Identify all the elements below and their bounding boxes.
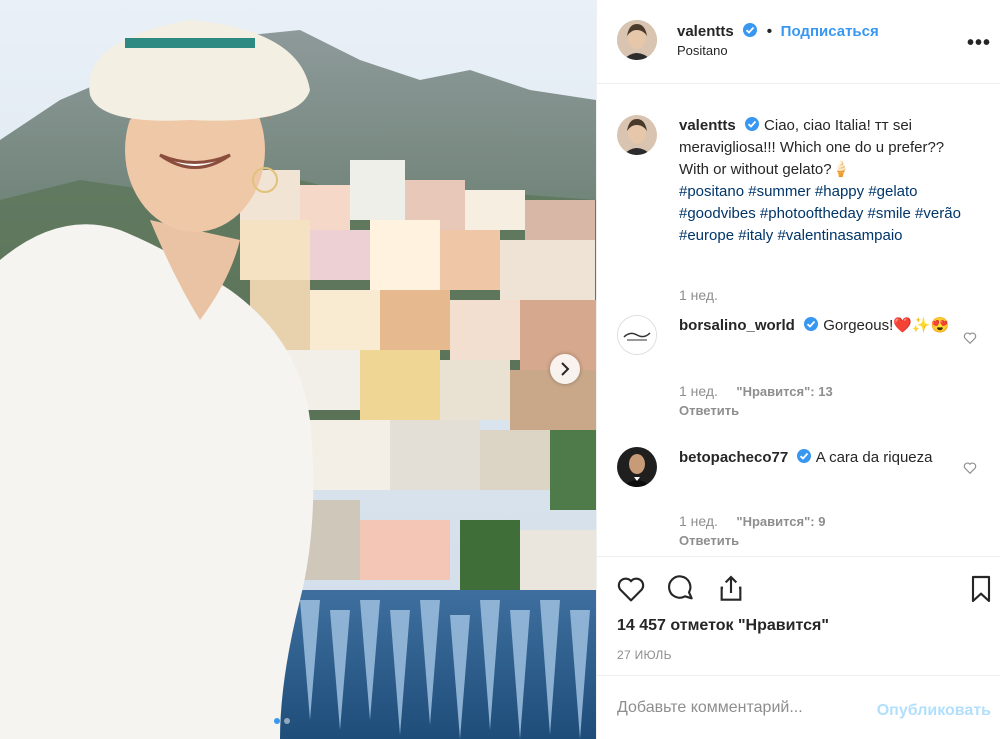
post-date[interactable]: 27 ИЮЛЬ [617,648,672,662]
caption-comment: valentts Ciao, ciao Italia! ᴛᴛ sei merav… [617,115,987,305]
comment-time[interactable]: 1 нед. [679,383,718,399]
avatar[interactable] [617,315,657,355]
next-photo-button[interactable] [550,354,580,384]
publish-button[interactable]: Опубликовать [877,702,991,720]
verified-icon [797,449,812,463]
hashtag[interactable]: #europe [679,227,734,244]
comment-text: Gorgeous!❤️✨😍 [823,317,950,334]
hashtag[interactable]: #positano [679,183,744,200]
comment-item: borsalino_world Gorgeous!❤️✨😍 1 нед. "Нр… [617,315,987,425]
comment-text-block: borsalino_world Gorgeous!❤️✨😍 [679,315,969,337]
instagram-post: valentts • Подписаться Positano ••• vale… [0,0,1000,739]
comment-username[interactable]: borsalino_world [679,317,795,334]
post-actions: 14 457 отметок "Нравится" 27 ИЮЛЬ [597,556,1000,674]
photo-illustration [0,0,596,739]
caption-text-block: valentts Ciao, ciao Italia! ᴛᴛ sei merav… [679,115,969,247]
comment-username[interactable]: betopacheco77 [679,449,788,466]
hashtag[interactable]: #valentinasampaio [777,227,902,244]
comment-input[interactable] [615,698,849,718]
post-sidebar: valentts • Подписаться Positano ••• vale… [596,0,1000,739]
hashtag[interactable]: #italy [738,227,773,244]
avatar[interactable] [617,115,657,155]
borsalino-logo-icon [618,316,656,354]
avatar-image [617,115,657,155]
author-username[interactable]: valentts [677,23,734,40]
comment-meta: 1 нед. "Нравится": 13 [679,383,833,401]
reply-button[interactable]: Ответить [679,533,739,548]
carousel-dot [284,718,290,724]
location-link[interactable]: Positano [677,43,728,58]
heart-icon[interactable] [963,331,977,345]
caption-time[interactable]: 1 нед. [679,287,718,303]
verified-icon [743,23,758,37]
avatar-image [617,447,657,487]
more-icon[interactable]: ••• [967,32,991,55]
carousel-dot-active [274,718,280,724]
hashtag[interactable]: #happy [815,183,864,200]
hashtag[interactable]: #photooftheday [760,205,863,222]
comment-text: A cara da riqueza [815,449,933,466]
avatar[interactable] [617,447,657,487]
hashtag[interactable]: #gelato [868,183,917,200]
likes-count[interactable]: 14 457 отметок "Нравится" [617,617,829,635]
verified-icon [744,117,759,131]
bookmark-icon[interactable] [965,573,997,605]
heart-icon[interactable] [963,461,977,475]
follow-button[interactable]: Подписаться [781,23,879,40]
reply-button[interactable]: Ответить [679,403,739,418]
hashtag[interactable]: #verão [915,205,961,222]
hashtag[interactable]: #goodvibes [679,205,756,222]
add-comment-bar: Опубликовать [597,675,1000,739]
caption-username[interactable]: valentts [679,117,736,134]
post-header: valentts • Подписаться Positano ••• [597,0,1000,84]
avatar-image [617,20,657,60]
comments-section: valentts Ciao, ciao Italia! ᴛᴛ sei merav… [597,85,1000,555]
carousel-dots [274,718,290,724]
comment-item: betopacheco77 A cara da riqueza 1 нед. "… [617,447,987,555]
comment-icon[interactable] [665,573,697,605]
avatar[interactable] [617,20,657,60]
comment-text-block: betopacheco77 A cara da riqueza [679,447,969,469]
chevron-right-icon [561,362,570,376]
post-photo[interactable] [0,0,596,739]
hashtag[interactable]: #smile [868,205,911,222]
comment-meta: 1 нед. "Нравится": 9 [679,513,825,531]
hashtag[interactable]: #summer [748,183,811,200]
share-icon[interactable] [715,573,747,605]
comment-likes[interactable]: "Нравится": 13 [736,384,832,399]
comment-likes[interactable]: "Нравится": 9 [736,514,825,529]
separator-dot: • [766,23,773,40]
verified-icon [804,317,819,331]
comment-time[interactable]: 1 нед. [679,513,718,529]
heart-icon[interactable] [615,573,647,605]
